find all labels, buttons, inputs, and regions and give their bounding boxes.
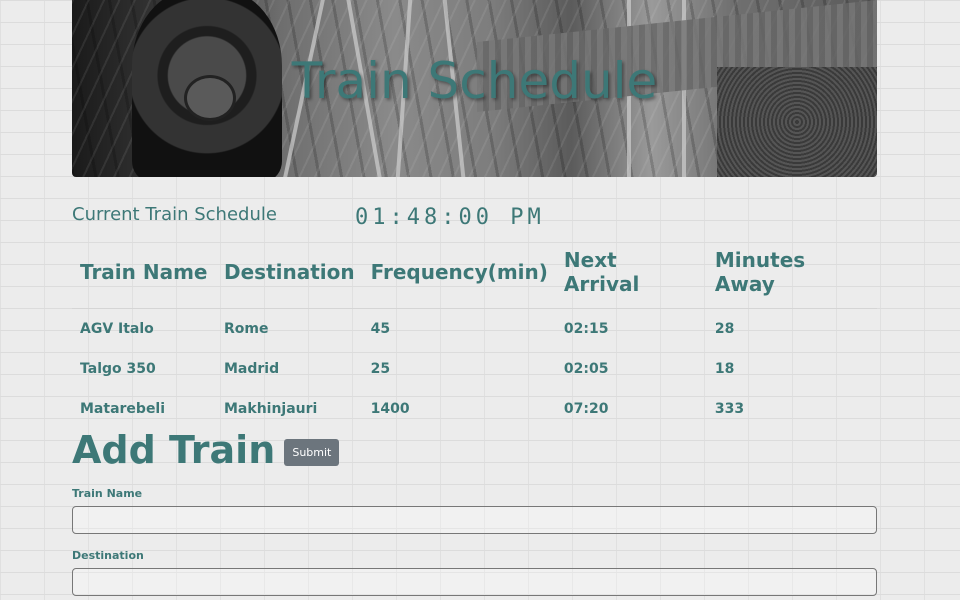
banner-jumbotron: Train Schedule [72, 0, 877, 177]
column-header-train-name: Train Name [72, 240, 216, 309]
current-time-clock: 01:48:00 PM [355, 205, 545, 230]
schedule-header: Current Train Schedule 01:48:00 PM [72, 204, 877, 234]
train-schedule-table: Train Name Destination Frequency(min) Ne… [72, 240, 877, 429]
cell-frequency: 25 [370, 361, 391, 377]
cell-train-name: AGV Italo [80, 321, 154, 337]
table-row: Talgo 350 Madrid 25 02:05 18 [72, 349, 877, 389]
schedule-title: Current Train Schedule [72, 204, 277, 225]
page-title: Train Schedule [291, 52, 658, 110]
table-row: Matarebeli Makhinjauri 1400 07:20 333 [72, 389, 877, 429]
cell-train-name: Matarebeli [80, 401, 166, 417]
destination-group: Destination [72, 549, 877, 596]
table-row: AGV Italo Rome 45 02:15 28 [72, 309, 877, 350]
cell-minutes-away: 333 [714, 401, 745, 417]
cell-destination: Madrid [224, 361, 280, 377]
cell-minutes-away: 18 [714, 361, 735, 377]
column-header-minutes-away: Minutes Away [706, 240, 877, 309]
cell-next-arrival: 07:20 [563, 401, 609, 417]
cell-frequency: 1400 [370, 401, 410, 417]
cell-next-arrival: 02:05 [563, 361, 609, 377]
destination-input[interactable] [72, 568, 877, 596]
cell-destination: Makhinjauri [224, 401, 318, 417]
add-train-heading: Add Train [72, 428, 276, 472]
cell-frequency: 45 [370, 321, 391, 337]
cell-destination: Rome [224, 321, 269, 337]
column-header-frequency: Frequency(min) [362, 240, 556, 309]
column-header-next-arrival: Next Arrival [555, 240, 707, 309]
train-name-group: Train Name [72, 487, 877, 534]
cell-minutes-away: 28 [714, 321, 735, 337]
destination-label: Destination [72, 549, 144, 562]
table-header-row: Train Name Destination Frequency(min) Ne… [72, 240, 877, 309]
cell-train-name: Talgo 350 [80, 361, 156, 377]
column-header-destination: Destination [216, 240, 363, 309]
train-name-label: Train Name [72, 487, 143, 500]
submit-button[interactable]: Submit [284, 438, 340, 466]
page-container: Train Schedule Current Train Schedule 01… [72, 0, 877, 596]
cell-next-arrival: 02:15 [563, 321, 609, 337]
add-train-section: Add Train Submit Train Name Destination [72, 428, 877, 596]
train-name-input[interactable] [72, 506, 877, 534]
